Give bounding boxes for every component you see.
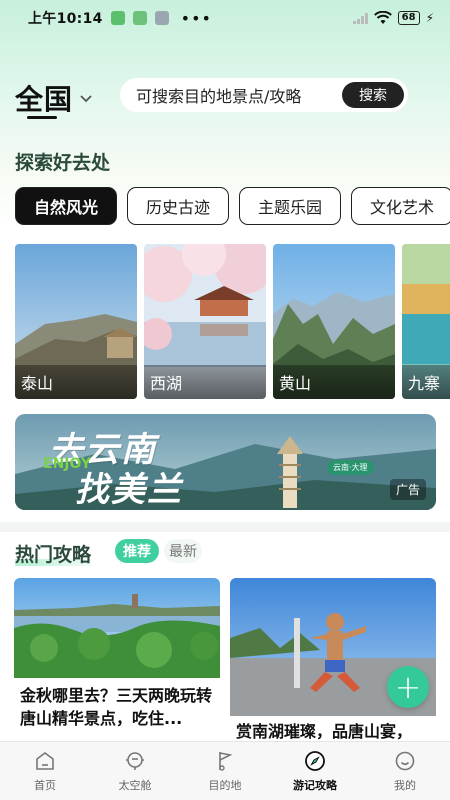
tab-travel-guides[interactable]: 游记攻略 xyxy=(270,742,360,800)
tab-capsule[interactable]: 太空舱 xyxy=(90,742,180,800)
ad-title-line2: 找美兰 xyxy=(75,470,183,510)
location-underline xyxy=(27,116,57,119)
add-post-button[interactable]: + xyxy=(387,666,429,708)
guide-card-title: 赏南湖璀璨，品唐山宴， xyxy=(236,722,413,741)
destination-card-taishan[interactable]: 泰山 xyxy=(15,244,137,399)
status-time: 上午10:14 xyxy=(28,11,103,27)
explore-section-title: 探索好去处 xyxy=(15,152,111,174)
tab-home[interactable]: 首页 xyxy=(0,742,90,800)
category-tab-history[interactable]: 历史古迹 xyxy=(127,187,230,225)
guide-card[interactable]: 金秋哪里去？三天两晚玩转唐山精华景点，吃住... xyxy=(14,578,220,743)
signal-icon xyxy=(352,12,368,24)
destination-name: 泰山 xyxy=(15,365,137,399)
wifi-icon xyxy=(373,11,392,24)
guide-card-title: 金秋哪里去？三天两晚玩转唐山精华景点，吃住... xyxy=(20,686,213,728)
capsule-icon xyxy=(126,752,144,770)
tab-me[interactable]: 我的 xyxy=(360,742,450,800)
destination-name: 九寨 xyxy=(402,365,450,399)
tab-label: 首页 xyxy=(34,779,56,792)
tab-label: 目的地 xyxy=(208,779,242,792)
destination-card-jiuzhai[interactable]: 九寨 xyxy=(402,244,450,399)
flag-icon xyxy=(219,752,233,771)
battery-icon: 68 xyxy=(397,11,420,25)
home-icon xyxy=(36,752,54,770)
guide-card-image xyxy=(14,578,220,678)
notification-app-icon xyxy=(154,11,169,25)
guide-card[interactable]: 赏南湖璀璨，品唐山宴， xyxy=(230,578,436,743)
destination-name: 西湖 xyxy=(144,365,266,399)
notification-app-icon xyxy=(132,11,147,25)
destination-card-huangshan[interactable]: 黄山 xyxy=(273,244,395,399)
search-button[interactable]: 搜索 xyxy=(342,82,404,108)
category-tab-culture[interactable]: 文化艺术 xyxy=(351,187,450,225)
chevron-down-icon xyxy=(80,95,92,103)
tab-label: 游记攻略 xyxy=(293,779,337,792)
category-tab-nature[interactable]: 自然风光 xyxy=(15,187,118,225)
category-tab-theme-park[interactable]: 主题乐园 xyxy=(239,187,342,225)
ad-label: 广告 xyxy=(389,479,426,500)
tab-recommended[interactable]: 推荐 xyxy=(115,539,159,563)
category-tabs: 自然风光 历史古迹 主题乐园 文化艺术 xyxy=(15,187,450,225)
search-bar[interactable]: 可搜索目的地景点/攻略 搜索 xyxy=(120,78,408,112)
more-notifications-icon: ••• xyxy=(180,8,212,28)
tab-label: 我的 xyxy=(394,779,416,792)
destination-name: 黄山 xyxy=(273,365,395,399)
search-input[interactable]: 可搜索目的地景点/攻略 xyxy=(136,83,301,107)
status-bar: 上午10:14 ••• 68 ⚡ xyxy=(0,0,450,36)
tab-latest[interactable]: 最新 xyxy=(164,539,202,563)
tab-label: 太空舱 xyxy=(118,779,152,792)
tab-destination[interactable]: 目的地 xyxy=(180,742,270,800)
destination-card-xihu[interactable]: 西湖 xyxy=(144,244,266,399)
compass-icon xyxy=(305,751,325,771)
destination-carousel: 泰山 西湖 黄山 九寨 xyxy=(15,244,450,400)
hot-guides-title: 热门攻略 xyxy=(15,544,92,566)
ad-location-pin: 云南·大理 xyxy=(327,460,374,475)
notification-app-icon xyxy=(110,11,125,25)
bottom-tab-bar: 首页 太空舱 目的地 游记攻略 我的 xyxy=(0,741,450,800)
plus-icon: + xyxy=(394,668,422,706)
ad-banner[interactable]: 去云南 ENJOY 找美兰 云南·大理 广告 xyxy=(15,414,436,510)
location-label: 全国 xyxy=(15,83,74,116)
location-selector[interactable]: 全国 xyxy=(15,78,93,119)
section-divider xyxy=(0,522,450,532)
charging-icon: ⚡ xyxy=(425,11,434,25)
smile-icon xyxy=(395,751,415,771)
